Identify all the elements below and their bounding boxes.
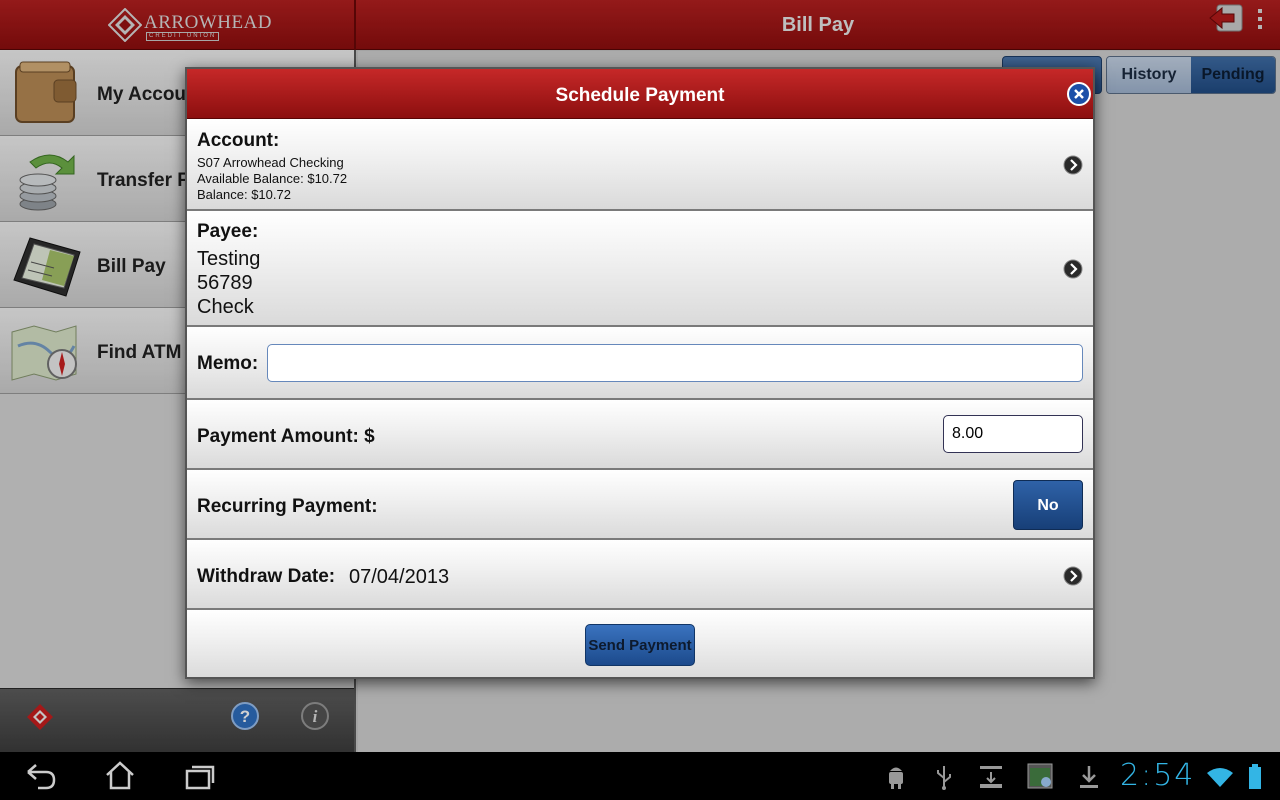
payment-amount-label: Payment Amount: $ (197, 426, 375, 447)
account-name: S07 Arrowhead Checking (197, 155, 344, 170)
status-clock: 2:54 (1120, 758, 1196, 793)
android-debug-icon (889, 767, 903, 789)
memo-row: Memo: (187, 327, 1093, 400)
payment-amount-input[interactable] (943, 415, 1083, 453)
payee-method: Check (197, 296, 254, 318)
wifi-icon (1207, 768, 1233, 787)
recurring-toggle-button[interactable]: No (1013, 480, 1083, 530)
chevron-right-icon[interactable] (1063, 566, 1083, 586)
payee-label: Payee: (197, 221, 259, 242)
sync-tray-icon (980, 766, 1002, 788)
memo-input[interactable] (267, 344, 1083, 382)
usb-icon (937, 766, 951, 790)
dialog-title: Schedule Payment (555, 85, 725, 106)
system-navigation-bar: 2:54 (0, 752, 1280, 800)
withdraw-date-row[interactable]: Withdraw Date: 07/04/2013 (187, 540, 1093, 610)
memo-label: Memo: (197, 353, 259, 374)
payee-row[interactable]: Payee: Testing 56789 Check (187, 211, 1093, 327)
battery-icon (1249, 764, 1261, 789)
recurring-payment-label: Recurring Payment: (197, 496, 378, 517)
dialog-header: Schedule Payment (187, 69, 1093, 119)
chevron-right-icon[interactable] (1063, 155, 1083, 175)
chevron-right-icon[interactable] (1063, 259, 1083, 279)
payee-number: 56789 (197, 272, 253, 294)
download-icon (1080, 766, 1098, 788)
account-label: Account: (197, 130, 280, 151)
payee-name: Testing (197, 248, 261, 270)
available-balance: Available Balance: $10.72 (197, 171, 348, 186)
back-icon[interactable] (24, 762, 56, 790)
home-icon[interactable] (104, 760, 136, 790)
balance: Balance: $10.72 (197, 187, 291, 202)
schedule-payment-dialog: Schedule Payment Account: S07 Arrowhead … (185, 67, 1095, 679)
app-window: ARROWHEAD CREDIT UNION Bill Pay My Accou (0, 0, 1280, 752)
screenshot-icon (1027, 763, 1053, 789)
send-payment-button[interactable]: Send Payment (585, 624, 695, 666)
payment-amount-row: Payment Amount: $ (187, 400, 1093, 470)
close-icon[interactable] (1067, 82, 1091, 106)
recent-apps-icon[interactable] (184, 762, 216, 790)
account-row[interactable]: Account: S07 Arrowhead Checking Availabl… (187, 120, 1093, 211)
withdraw-date-label: Withdraw Date: (197, 566, 336, 587)
send-payment-row: Send Payment (187, 610, 1093, 677)
recurring-payment-row: Recurring Payment: No (187, 470, 1093, 540)
withdraw-date-value: 07/04/2013 (349, 566, 450, 588)
